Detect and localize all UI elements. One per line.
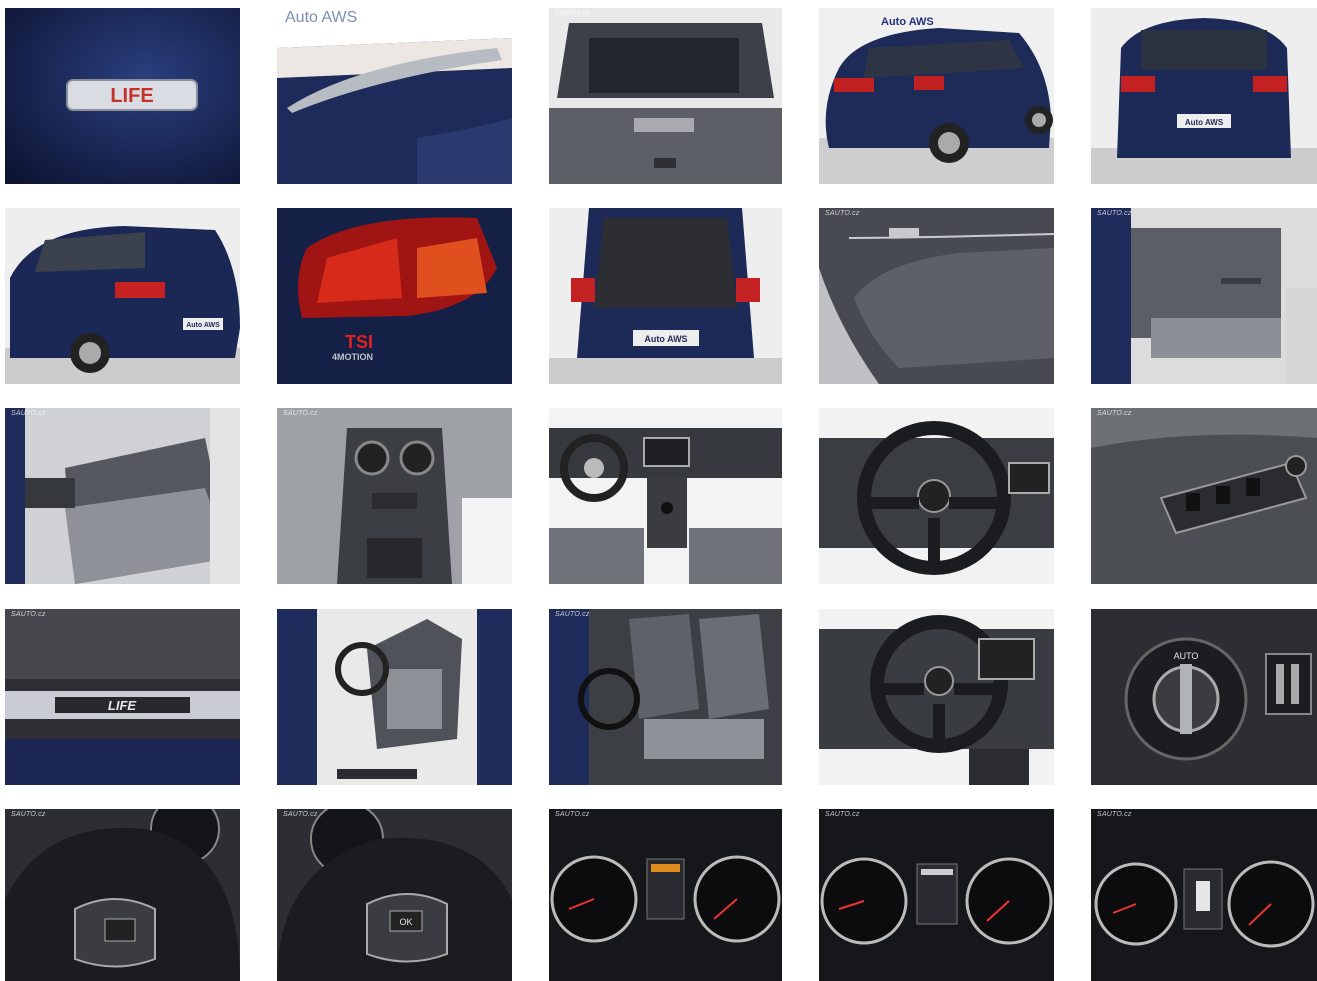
photo-dashboard-overview[interactable] [549, 408, 782, 584]
watermark-text: SAUTO.cz [555, 10, 590, 17]
watermark-text: SAUTO.cz [1097, 410, 1132, 417]
photo-front-seats[interactable]: SAUTO.cz [549, 609, 782, 785]
photo-instrument-cluster-1[interactable]: SAUTO.cz [549, 809, 782, 981]
photo-open-trunk[interactable]: Auto AWS [549, 208, 782, 384]
photo-window-switches[interactable]: SAUTO.cz [1091, 408, 1317, 584]
photo-steering-wheel[interactable] [819, 408, 1054, 584]
photo-instrument-cluster-2[interactable]: SAUTO.cz [819, 809, 1054, 981]
photo-steering-dashboard[interactable] [819, 609, 1054, 785]
photo-door-sill[interactable]: LIFE SAUTO.cz [5, 609, 240, 785]
watermark-text: SAUTO.cz [11, 410, 46, 417]
photo-rear-air-vents[interactable]: SAUTO.cz [277, 408, 512, 584]
photo-rear-seats-tables[interactable]: SAUTO.cz [5, 408, 240, 584]
watermark-text: SAUTO.cz [1097, 811, 1132, 818]
svg-text:Auto AWS: Auto AWS [644, 334, 687, 344]
photo-instrument-cluster-3[interactable]: SAUTO.cz [1091, 809, 1317, 981]
photo-light-switch[interactable]: AUTO [1091, 609, 1317, 785]
watermark-text: SAUTO.cz [825, 811, 860, 818]
watermark-text: SAUTO.cz [555, 611, 590, 618]
svg-text:LIFE: LIFE [108, 698, 136, 713]
svg-text:Auto AWS: Auto AWS [186, 322, 220, 329]
svg-text:Auto AWS: Auto AWS [285, 9, 357, 26]
svg-text:Auto AWS: Auto AWS [1185, 118, 1224, 127]
watermark-text: SAUTO.cz [283, 410, 318, 417]
svg-text:TSI: TSI [345, 332, 373, 352]
photo-tail-light[interactable]: TSI 4MOTION [277, 208, 512, 384]
photo-rear-view[interactable]: Auto AWS [1091, 8, 1317, 184]
svg-text:Auto AWS: Auto AWS [881, 16, 934, 28]
photo-rear-three-quarter[interactable]: Auto AWS [819, 8, 1054, 184]
watermark-text: SAUTO.cz [1097, 210, 1132, 217]
photo-gallery: LIFE Auto AWS SAUTO.cz Auto AWS Auto AWS… [0, 0, 1317, 981]
watermark-text: SAUTO.cz [11, 811, 46, 818]
watermark-text: SAUTO.cz [11, 611, 46, 618]
photo-rear-seats-side[interactable]: SAUTO.cz [1091, 208, 1317, 384]
photo-steering-controls-left[interactable]: SAUTO.cz [5, 809, 240, 981]
watermark-text: SAUTO.cz [825, 210, 860, 217]
photo-rear-window-interior[interactable]: SAUTO.cz [549, 8, 782, 184]
svg-text:4MOTION: 4MOTION [332, 352, 373, 362]
photo-steering-controls-right[interactable]: OK SAUTO.cz [277, 809, 512, 981]
photo-roof-rail[interactable]: Auto AWS [277, 8, 512, 184]
photo-driver-seat[interactable] [277, 609, 512, 785]
svg-text:OK: OK [399, 917, 412, 927]
photo-rear-door-panel[interactable]: SAUTO.cz [819, 208, 1054, 384]
photo-rear-left-three-quarter[interactable]: Auto AWS [5, 208, 240, 384]
photo-life-badge[interactable]: LIFE [5, 8, 240, 184]
svg-text:LIFE: LIFE [110, 85, 153, 107]
svg-text:AUTO: AUTO [1174, 651, 1199, 661]
watermark-text: SAUTO.cz [555, 811, 590, 818]
watermark-text: SAUTO.cz [283, 811, 318, 818]
